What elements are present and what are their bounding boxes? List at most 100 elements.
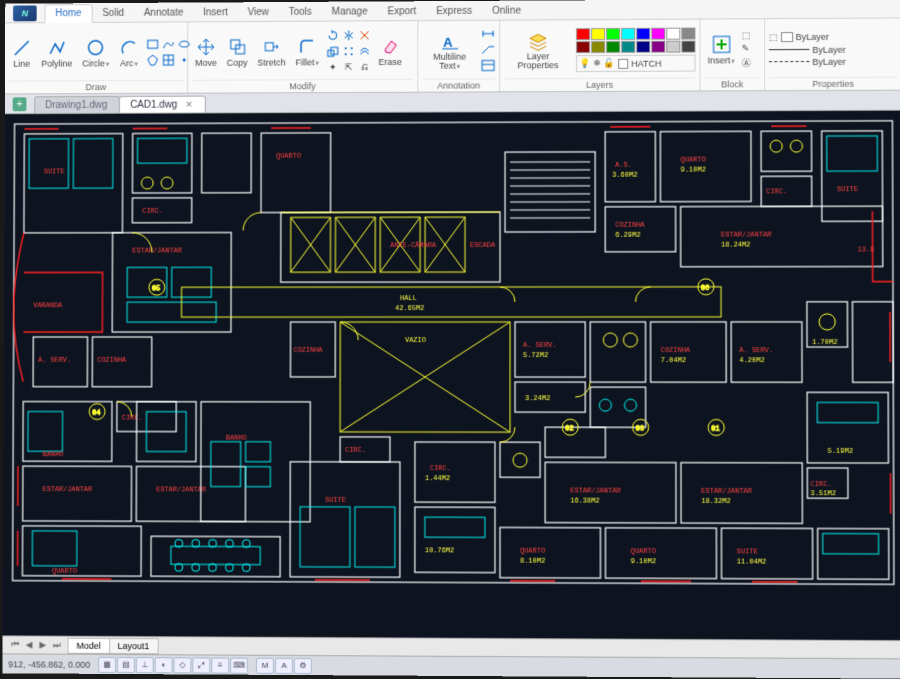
sheet-last-icon[interactable]: ⏭: [50, 640, 64, 651]
move-button[interactable]: Move: [192, 35, 220, 70]
svg-text:COZINHA: COZINHA: [615, 222, 645, 230]
ribbon-group-properties: ⬚ByLayer ByLayer ByLayer Properties: [765, 18, 900, 90]
insert-button[interactable]: Insert: [704, 32, 737, 67]
drawing-canvas[interactable]: .w{stroke:#fff;stroke-width:1.2;fill:non…: [2, 111, 900, 640]
svg-text:CIRC.: CIRC.: [142, 208, 163, 216]
coordinate-readout: 912, -456.862, 0.000: [8, 659, 90, 669]
polygon-icon[interactable]: [146, 53, 160, 67]
copy-button[interactable]: Copy: [224, 34, 251, 69]
sheet-tab-model[interactable]: Model: [68, 637, 110, 653]
svg-text:SUITE: SUITE: [837, 186, 858, 194]
fillet-button[interactable]: Fillet: [293, 34, 322, 69]
sheet-next-icon[interactable]: ▶: [36, 640, 50, 651]
group-label-layers: Layers: [504, 78, 695, 92]
offset-icon[interactable]: [358, 44, 372, 58]
menu-tab-view[interactable]: View: [238, 4, 279, 21]
layer-properties-button[interactable]: Layer Properties: [504, 29, 572, 72]
svg-text:QUARTO: QUARTO: [681, 156, 706, 164]
file-tab-drawing1[interactable]: Drawing1.dwg: [34, 96, 120, 113]
menu-tab-tools[interactable]: Tools: [279, 4, 322, 21]
svg-text:3.24M2: 3.24M2: [525, 395, 550, 403]
block-create-icon[interactable]: ⬚: [742, 30, 751, 41]
menu-tab-annotate[interactable]: Annotate: [134, 5, 193, 22]
model-space-toggle[interactable]: M: [256, 657, 274, 673]
stretch-button[interactable]: Stretch: [254, 34, 288, 69]
svg-text:QUARTO: QUARTO: [520, 548, 545, 556]
explode-icon[interactable]: ✦: [326, 60, 340, 74]
sheet-nav: ⏮ ◀ ▶ ⏭: [8, 639, 63, 650]
lineweight-toggle[interactable]: ≡: [211, 657, 229, 673]
otrack-toggle[interactable]: ⤢: [192, 657, 210, 673]
svg-text:A. SERV.: A. SERV.: [739, 347, 773, 355]
new-file-button[interactable]: +: [13, 97, 27, 111]
layer-color-grid[interactable]: [576, 28, 695, 54]
app-logo-icon: N: [13, 5, 37, 21]
svg-text:CIRC.: CIRC.: [430, 465, 451, 473]
close-icon[interactable]: ✕: [185, 100, 192, 110]
dyn-toggle[interactable]: ⌨: [230, 657, 248, 673]
svg-text:03: 03: [636, 425, 644, 433]
svg-text:COZINHA: COZINHA: [661, 347, 691, 355]
align-icon[interactable]: ⇱: [342, 60, 356, 74]
menu-tab-online[interactable]: Online: [482, 3, 531, 20]
ribbon-group-layers: Layer Properties 💡 ❄ 🔓 HATCH Layers: [500, 20, 700, 92]
svg-text:9.10M2: 9.10M2: [631, 558, 656, 566]
annotation-scale[interactable]: A: [275, 657, 293, 673]
linetype-dropdown[interactable]: ByLayer: [769, 56, 846, 66]
color-dropdown[interactable]: ⬚ByLayer: [769, 31, 846, 42]
circle-button[interactable]: Circle: [79, 35, 112, 70]
rectangle-icon[interactable]: [146, 37, 160, 51]
lineweight-dropdown[interactable]: ByLayer: [769, 44, 846, 54]
polyline-button[interactable]: Polyline: [38, 35, 75, 70]
lightbulb-icon[interactable]: 💡: [579, 58, 590, 69]
svg-text:01: 01: [711, 425, 719, 433]
dimension-icon[interactable]: [481, 28, 495, 42]
leader-icon[interactable]: [481, 44, 495, 58]
menu-tab-express[interactable]: Express: [426, 3, 482, 20]
break-icon[interactable]: ⎌: [358, 60, 372, 74]
ribbon-group-annotation: AMultiline Text Annotation: [418, 21, 500, 92]
file-tab-cad1[interactable]: CAD1.dwg✕: [119, 96, 205, 113]
line-button[interactable]: Line: [9, 36, 35, 71]
svg-text:06: 06: [701, 285, 709, 293]
menu-tab-insert[interactable]: Insert: [193, 4, 238, 21]
svg-text:SUITE: SUITE: [325, 497, 346, 505]
freeze-icon[interactable]: ❄: [593, 58, 601, 69]
menu-tab-manage[interactable]: Manage: [322, 3, 378, 20]
scale-icon[interactable]: [326, 44, 340, 58]
lock-icon[interactable]: 🔓: [604, 58, 615, 69]
sheet-prev-icon[interactable]: ◀: [22, 639, 36, 650]
trim-icon[interactable]: [358, 28, 372, 42]
block-attr-icon[interactable]: Ⓐ: [742, 56, 751, 69]
hatch-icon[interactable]: [162, 53, 176, 67]
sheet-first-icon[interactable]: ⏮: [8, 639, 22, 650]
table-icon[interactable]: [481, 59, 495, 73]
menu-tab-export[interactable]: Export: [378, 3, 427, 20]
menu-tab-home[interactable]: Home: [44, 4, 92, 23]
svg-text:CIRC.: CIRC.: [766, 188, 787, 196]
ribbon-group-block: Insert ⬚ ✎ Ⓐ Block: [700, 19, 765, 90]
grid-toggle[interactable]: ▤: [117, 656, 135, 672]
mirror-icon[interactable]: [342, 28, 356, 42]
sheet-tab-layout1[interactable]: Layout1: [109, 637, 159, 653]
erase-button[interactable]: Erase: [376, 34, 405, 69]
svg-text:1.70M2: 1.70M2: [812, 339, 837, 347]
menu-tab-solid[interactable]: Solid: [92, 5, 134, 22]
multiline-text-button[interactable]: AMultiline Text: [422, 29, 477, 72]
svg-text:ESCADA: ESCADA: [470, 242, 496, 250]
ortho-toggle[interactable]: ⊥: [136, 657, 154, 673]
rotate-icon[interactable]: [326, 28, 340, 42]
array-icon[interactable]: [342, 44, 356, 58]
svg-text:CIRC.: CIRC.: [810, 481, 831, 489]
arc-button[interactable]: Arc: [116, 35, 142, 70]
svg-text:BANHO: BANHO: [43, 451, 64, 459]
current-layer-name[interactable]: HATCH: [631, 58, 661, 68]
svg-text:3.60M2: 3.60M2: [612, 172, 637, 180]
osnap-toggle[interactable]: ◇: [174, 657, 192, 673]
snap-toggle[interactable]: ▦: [98, 656, 116, 672]
block-edit-icon[interactable]: ✎: [742, 43, 751, 54]
spline-icon[interactable]: [162, 37, 176, 51]
workspace-switch[interactable]: ⚙: [294, 657, 312, 673]
polar-toggle[interactable]: ◐: [155, 657, 173, 673]
group-label-properties: Properties: [769, 77, 897, 91]
